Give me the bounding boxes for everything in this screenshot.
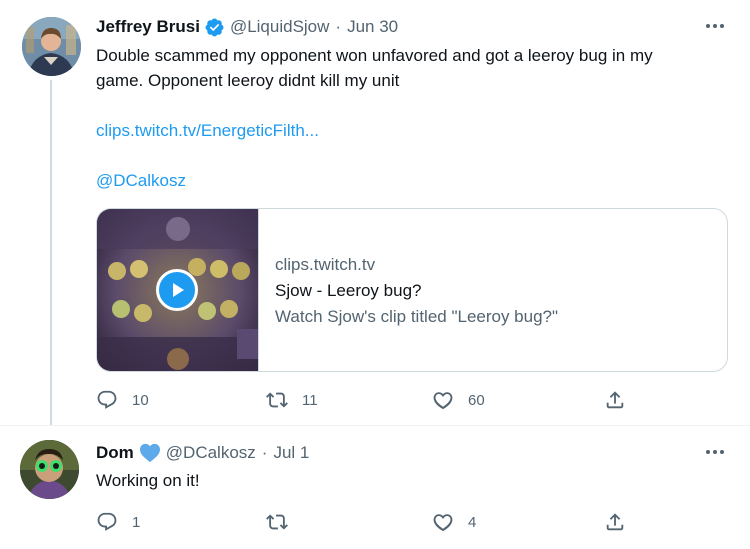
share-icon	[606, 391, 624, 409]
reply-count: 10	[132, 391, 149, 409]
mention-link[interactable]: @DCalkosz	[96, 168, 186, 193]
separator-dot: ·	[261, 443, 268, 462]
tweet-text-line: game. Opponent leeroy didnt kill my unit	[96, 71, 400, 90]
tweet-actions: 1 4	[96, 510, 636, 534]
reply-icon	[97, 390, 117, 409]
card-text: clips.twitch.tv Sjow - Leeroy bug? Watch…	[259, 209, 727, 371]
verified-badge-icon	[205, 18, 224, 36]
avatar[interactable]	[20, 440, 79, 499]
retweet-icon	[266, 392, 288, 408]
tweet-header: Jeffrey Brusi @LiquidSjow · Jun 30	[96, 16, 398, 38]
author-name[interactable]: Dom	[96, 443, 134, 463]
like-button[interactable]: 60	[432, 388, 485, 412]
retweet-button[interactable]	[266, 510, 288, 534]
blue-heart-icon	[139, 443, 160, 463]
tweet-text: Working on it!	[96, 471, 200, 490]
tweet-text-line: Double scammed my opponent won unfavored…	[96, 46, 653, 65]
share-button[interactable]	[604, 510, 626, 534]
share-icon	[606, 513, 624, 531]
link-preview-card[interactable]: clips.twitch.tv Sjow - Leeroy bug? Watch…	[96, 208, 728, 372]
reply-icon	[97, 512, 117, 531]
like-button[interactable]: 4	[432, 510, 476, 534]
avatar[interactable]	[22, 17, 81, 76]
like-icon	[433, 514, 453, 532]
play-icon[interactable]	[156, 269, 198, 311]
retweet-button[interactable]: 11	[266, 388, 318, 412]
reply-button[interactable]: 10	[96, 388, 149, 412]
reply-button[interactable]: 1	[96, 510, 140, 534]
like-count: 4	[468, 513, 477, 531]
tweet-item[interactable]: Jeffrey Brusi @LiquidSjow · Jun 30 Doubl…	[0, 0, 750, 426]
author-name[interactable]: Jeffrey Brusi	[96, 17, 200, 37]
author-handle[interactable]: @LiquidSjow	[230, 17, 329, 37]
like-count: 60	[468, 391, 485, 409]
tweet-date[interactable]: Jul 1	[273, 443, 309, 463]
more-icon[interactable]	[706, 446, 726, 458]
card-description: Watch Sjow's clip titled "Leeroy bug?"	[275, 307, 559, 326]
tweet-date[interactable]: Jun 30	[347, 17, 398, 37]
tweet-header: Dom @DCalkosz · Jul 1	[96, 442, 309, 464]
author-handle[interactable]: @DCalkosz	[166, 443, 256, 463]
retweet-count: 11	[302, 391, 318, 409]
tweet-item[interactable]: Dom @DCalkosz · Jul 1 Working on it! 1 4	[0, 426, 750, 549]
card-title: Sjow - Leeroy bug?	[275, 281, 422, 300]
card-domain: clips.twitch.tv	[275, 255, 376, 274]
thread-connector	[50, 80, 52, 425]
reply-count: 1	[132, 513, 141, 531]
clip-link[interactable]: clips.twitch.tv/EnergeticFilth...	[96, 118, 319, 143]
share-button[interactable]	[604, 388, 626, 412]
tweet-actions: 10 11 60	[96, 388, 636, 412]
separator-dot: ·	[335, 17, 342, 36]
retweet-icon	[266, 514, 288, 530]
clip-thumbnail[interactable]	[97, 209, 259, 371]
like-icon	[433, 392, 453, 410]
more-icon[interactable]	[706, 20, 726, 32]
